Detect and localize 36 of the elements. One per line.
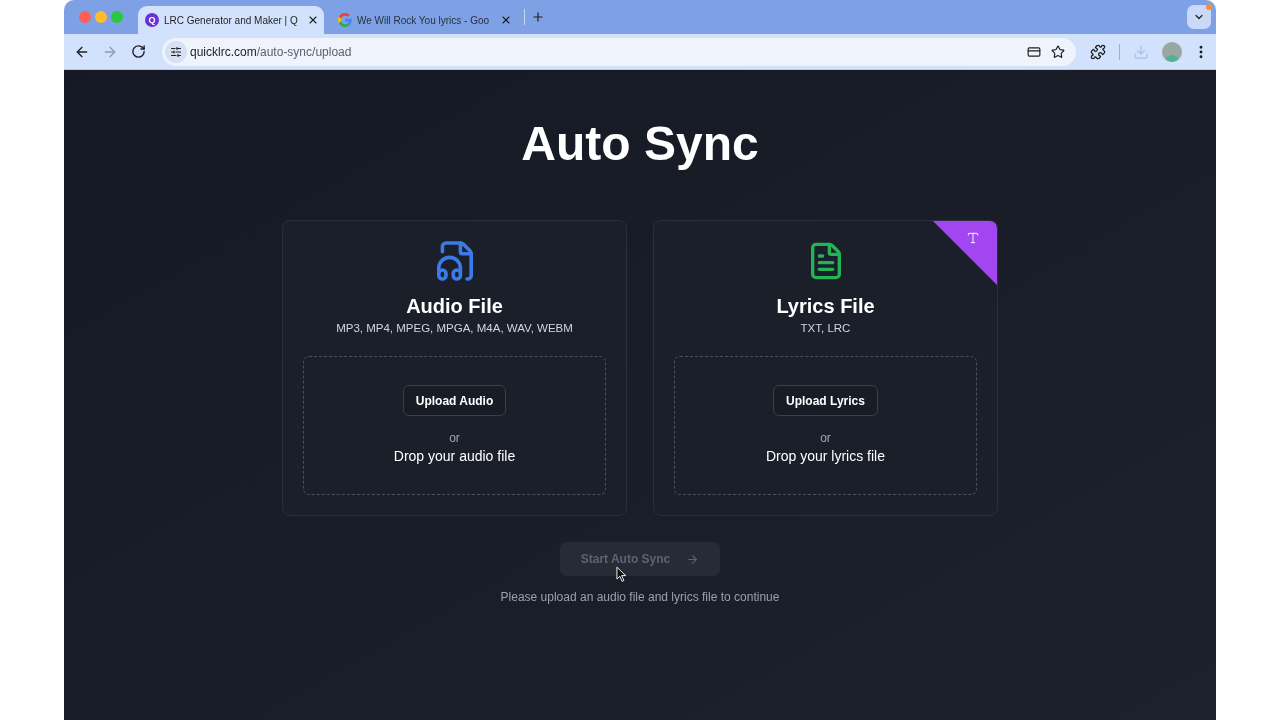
drop-instruction: Drop your lyrics file <box>766 447 885 466</box>
drop-zone[interactable]: Upload Lyrics or Drop your lyrics file <box>674 356 977 495</box>
tab-title: We Will Rock You lyrics - Goo <box>357 13 490 28</box>
page-title: Auto Sync <box>521 116 759 172</box>
drop-zone[interactable]: Upload Audio or Drop your audio file <box>303 356 606 495</box>
mouse-pointer-icon <box>616 566 627 583</box>
browser-tab[interactable]: Q LRC Generator and Maker | Q <box>138 6 324 34</box>
file-headphones-icon <box>436 241 473 281</box>
text-type-icon <box>966 231 980 245</box>
tab-title: LRC Generator and Maker | Q <box>164 13 298 28</box>
address-bar[interactable]: quicklrc.com/auto-sync/upload <box>162 37 1076 66</box>
browser-tab[interactable]: We Will Rock You lyrics - Goo <box>331 6 517 34</box>
site-info-button[interactable] <box>165 40 187 63</box>
file-formats: TXT, LRC <box>800 321 851 336</box>
bookmark-star-icon[interactable] <box>1051 44 1065 59</box>
sliders-icon <box>170 45 182 58</box>
site-favicon: Q <box>145 13 159 27</box>
upload-button[interactable]: Upload Lyrics <box>773 385 878 416</box>
letter-g-icon <box>338 13 352 27</box>
or-separator: or <box>820 430 831 446</box>
url-text: quicklrc.com/auto-sync/upload <box>190 43 352 61</box>
extensions-icon[interactable] <box>1090 43 1106 60</box>
close-icon[interactable] <box>307 14 319 26</box>
reload-icon[interactable] <box>131 44 146 59</box>
arrow-right-icon <box>686 552 700 566</box>
card-title: Audio File <box>406 294 503 319</box>
file-formats: MP3, MP4, MPEG, MPGA, M4A, WAV, WEBM <box>336 321 573 336</box>
new-tab-icon[interactable] <box>531 10 545 24</box>
upload-button[interactable]: Upload Audio <box>402 385 507 416</box>
drop-instruction: Drop your audio file <box>393 447 516 466</box>
card-icon[interactable] <box>1027 44 1041 59</box>
tab-search-button[interactable] <box>1187 5 1211 29</box>
or-separator: or <box>449 430 460 446</box>
upload-hint: Please upload an audio file and lyrics file to continue <box>500 589 780 605</box>
close-icon[interactable] <box>500 14 512 26</box>
card-title: Lyrics File <box>776 294 875 319</box>
